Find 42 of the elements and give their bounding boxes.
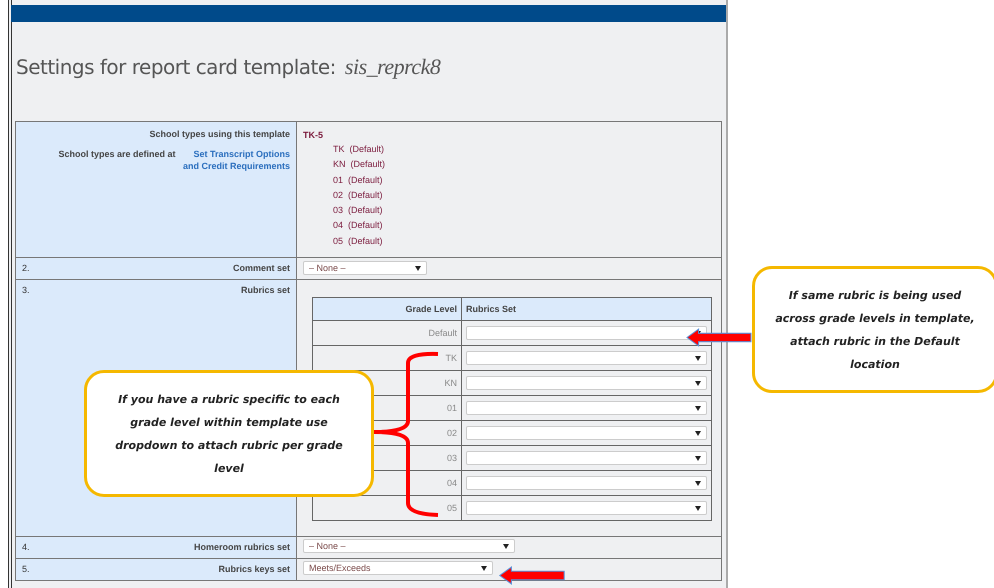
help-text: School types are defined at Set Transcript Options and Credit Requirements: [57, 148, 290, 172]
dropdown[interactable]: Meets/Exceeds: [303, 561, 493, 575]
caret-icon: [695, 380, 701, 386]
arrow-icon: [686, 328, 752, 347]
column-header: Grade Level: [312, 298, 462, 320]
grade-item: 02 (Default): [332, 188, 384, 202]
field-label: School types using this template: [148, 129, 290, 139]
arrow-icon: [497, 566, 567, 585]
row-number: 4.: [22, 542, 30, 552]
dropdown[interactable]: – None –: [303, 261, 427, 275]
caret-icon: [695, 506, 701, 510]
row-number: 3.: [22, 285, 30, 295]
column-header: Rubrics Set: [462, 298, 712, 320]
grade-item: KN (Default): [332, 158, 386, 172]
grade-label: Default: [312, 320, 462, 346]
field-label: Comment set: [232, 263, 290, 273]
row-number: 2.: [22, 263, 30, 273]
caret-icon: [415, 266, 421, 270]
settings-link[interactable]: Set Transcript Options and Credit Requirements: [178, 148, 290, 172]
page-title: Settings for report card template:: [16, 55, 336, 79]
caret-icon: [695, 480, 701, 486]
field-label: Homeroom rubrics set: [194, 542, 290, 552]
caret-icon: [695, 356, 701, 360]
field-label: Rubrics keys set: [218, 564, 290, 574]
grade-item: 01 (Default): [332, 174, 384, 187]
callout: If same rubric is being used across grade levels in template, attach rubric in the Default location: [752, 266, 994, 393]
caret-icon: [695, 456, 701, 460]
caret-icon: [481, 566, 487, 570]
grade-item: 03 (Default): [332, 204, 384, 218]
caret-icon: [503, 544, 509, 548]
caret-icon: [695, 430, 701, 436]
field-label: Rubrics set: [240, 285, 290, 295]
grade-item: TK (Default): [332, 143, 386, 156]
callout: If you have a rubric specific to each grade level within template use dropdown to attach rubric per grade level: [84, 370, 374, 497]
school-type: TK-5: [302, 129, 324, 142]
row-number: 5.: [22, 564, 30, 574]
dropdown[interactable]: – None –: [303, 539, 515, 553]
grade-item: 05 (Default): [332, 234, 384, 248]
dropdown[interactable]: [466, 326, 707, 340]
grade-item: 04 (Default): [332, 219, 384, 232]
caret-icon: [695, 406, 701, 410]
template-name: sis_reprck8: [344, 54, 440, 79]
